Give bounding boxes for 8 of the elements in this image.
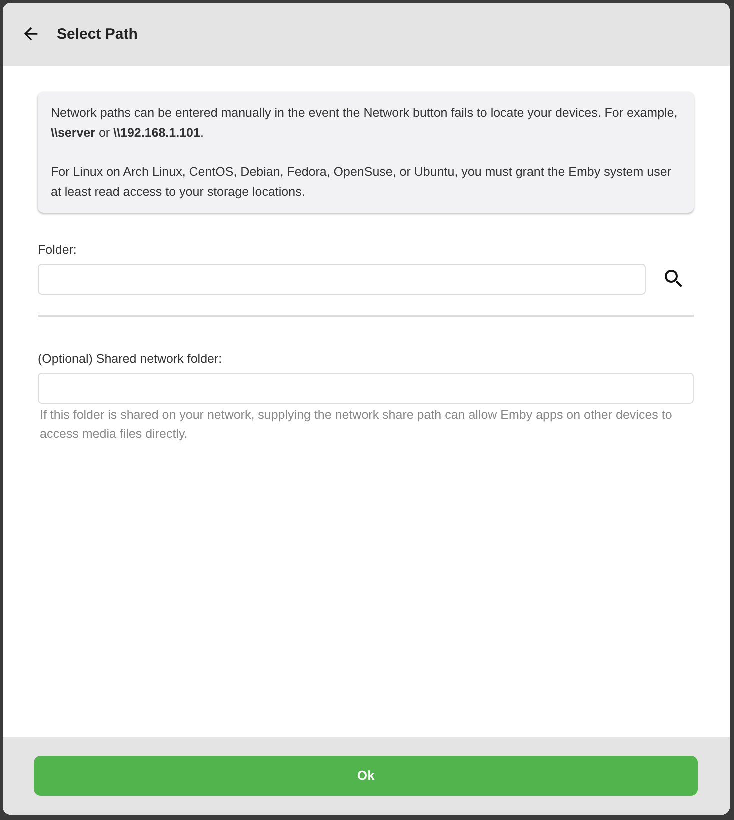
shared-folder-help-text: If this folder is shared on your network, supplying the network share path can allow Emby apps on other devices to access media files directly. xyxy=(40,406,674,443)
dialog-title: Select Path xyxy=(57,26,138,44)
info-panel: Network paths can be entered manually in the event the Network button fails to locate your devices. For example, \\server or \\192.168.1.101. For Linux on Arch Linux, CentOS, Debian, Fedora, OpenSuse, or Ubuntu, you must grant the Emby system user at least read access to your storage locations. xyxy=(38,92,694,213)
ok-button[interactable]: Ok xyxy=(34,756,698,796)
folder-label: Folder: xyxy=(38,242,78,259)
folder-input-field[interactable] xyxy=(38,264,646,295)
shared-folder-label: (Optional) Shared network folder: xyxy=(38,350,224,368)
shared-folder-input-field[interactable] xyxy=(38,372,694,404)
